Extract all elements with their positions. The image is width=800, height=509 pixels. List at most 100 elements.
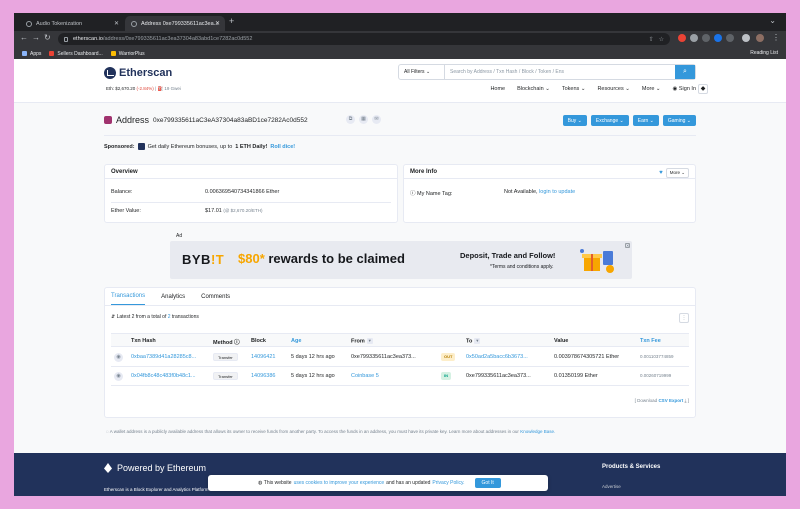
privacy-policy-link[interactable]: Privacy Policy. [432, 480, 464, 486]
filter-icon[interactable]: ▼ [474, 338, 481, 344]
close-tab-icon[interactable]: ✕ [215, 20, 220, 27]
name-tag-label: ⓘ My Name Tag: [410, 191, 453, 197]
forward-icon[interactable]: → [32, 33, 40, 42]
lock-icon [64, 36, 68, 42]
heart-icon[interactable]: ♥ [659, 170, 663, 176]
age: 5 days 12 hrs ago [291, 354, 335, 360]
footer-advertise-link[interactable]: Advertise [602, 484, 621, 489]
lightbulb-icon: ◌ [106, 429, 109, 434]
more-dropdown[interactable]: More ⌄ [665, 168, 689, 178]
tab-etherscan-address[interactable]: Address 0xe799335611ac3ea... ✕ [125, 16, 225, 31]
eye-icon[interactable]: ◉ [114, 353, 123, 362]
ethereum-network-icon[interactable]: ◆ [698, 84, 708, 94]
tab-comments[interactable]: Comments [201, 294, 230, 305]
buy-button[interactable]: Buy ⌄ [562, 115, 587, 126]
address-note: ◌ A wallet address is a publicly availab… [106, 429, 556, 434]
age: 5 days 12 hrs ago [291, 373, 335, 379]
footer-brand: Powered by Ethereum [104, 463, 206, 473]
tab-transactions[interactable]: Transactions [111, 293, 146, 305]
back-icon[interactable]: ← [20, 33, 28, 42]
block-link[interactable]: 14096421 [251, 354, 275, 360]
filter-icon[interactable]: ▼ [366, 338, 373, 344]
nav-more[interactable]: More ⌄ [642, 86, 661, 92]
table-row: ◉ 0x04fb8c48c483f0b48c1... Transfer 1409… [111, 367, 689, 386]
login-to-update-link[interactable]: login to update [539, 189, 575, 195]
column-method: Method ⓘ [213, 340, 240, 346]
tab-audio-tokenization[interactable]: Audio Tokenization ✕ [20, 16, 124, 31]
extension-icon[interactable] [690, 34, 698, 42]
menu-icon[interactable]: ⋮ [772, 33, 780, 42]
ad-close-icon[interactable]: ✕ [625, 243, 630, 248]
qr-code-icon[interactable]: ▦ [359, 115, 368, 124]
value: 0.003978674305721 Ether [554, 354, 620, 360]
method-badge: Transfer [213, 372, 238, 380]
bookmark-apps[interactable]: Apps [22, 51, 41, 57]
txn-hash-link[interactable]: 0xbaa7389d41a28285c8... [131, 354, 196, 360]
extension-icon[interactable] [702, 34, 710, 42]
nav-resources[interactable]: Resources ⌄ [597, 86, 629, 92]
got-it-button[interactable]: Got It [474, 478, 501, 488]
name-tag-value: Not Available, login to update [504, 189, 576, 195]
address-bar[interactable]: etherscan.io/address/0xe799335611ac3ea37… [58, 33, 670, 45]
browser-window: Audio Tokenization ✕ Address 0xe79933561… [14, 13, 786, 496]
extension-icon[interactable] [714, 34, 722, 42]
extension-icon[interactable] [678, 34, 686, 42]
gaming-button[interactable]: Gaming ⌄ [662, 115, 696, 126]
txn-hash-link[interactable]: 0x04fb8c48c483f0b48c1... [131, 373, 196, 379]
eye-icon[interactable]: ◉ [114, 372, 123, 381]
knowledge-base-link[interactable]: Knowledge Base. [520, 429, 555, 434]
earn-button[interactable]: Earn ⌄ [632, 115, 659, 126]
nav-home[interactable]: Home [490, 86, 505, 92]
page: Etherscan Eth: $2,670.20 (-2.84%) | ⛽ 19… [14, 59, 786, 496]
options-icon[interactable]: ⋮ [679, 313, 689, 323]
puzzle-icon[interactable] [742, 34, 750, 42]
from-address: 0xe799335611ac3ea373... [351, 354, 416, 360]
block-link[interactable]: 14096386 [251, 373, 275, 379]
bookmark-sellers-dashboard[interactable]: Sellers Dashboard... [49, 51, 103, 57]
csv-export-link[interactable]: CSV Export [658, 398, 683, 403]
reading-list-button[interactable]: Reading List [750, 50, 778, 56]
search-input[interactable]: Search by Address / Txn Hash / Block / T… [445, 65, 675, 79]
value: 0.01350199 Ether [554, 373, 598, 379]
avatar[interactable] [756, 34, 764, 42]
transactions-card: Transactions Analytics Comments ⇵ Latest… [104, 287, 696, 418]
from-address-link[interactable]: Coinbase 5 [351, 373, 379, 379]
search-group: All Filters ⌄ Search by Address / Txn Ha… [398, 64, 696, 80]
share-icon[interactable]: ⇧ [649, 36, 654, 43]
tab-analytics[interactable]: Analytics [161, 294, 185, 305]
etherscan-logo[interactable]: Etherscan [104, 67, 172, 79]
to-address-link[interactable]: 0x50ad2a5bacc6b3673... [466, 354, 528, 360]
site-header: Etherscan Eth: $2,670.20 (-2.84%) | ⛽ 19… [14, 59, 786, 103]
bookmark-star-icon[interactable]: ☆ [659, 36, 664, 43]
transactions-tabs: Transactions Analytics Comments [105, 288, 695, 306]
nav-tokens[interactable]: Tokens ⌄ [562, 86, 586, 92]
extension-icon[interactable] [726, 34, 734, 42]
comment-icon[interactable]: ✉ [372, 115, 381, 124]
new-tab-icon[interactable]: + [229, 16, 234, 26]
bookmark-warriorplus[interactable]: WarriorPlus [110, 51, 145, 57]
search-button[interactable]: ⌕ [675, 65, 695, 79]
ad-banner[interactable]: BYB!T $80* rewards to be claimed Deposit… [170, 241, 632, 279]
exchange-button[interactable]: Exchange ⌄ [590, 115, 629, 126]
transactions-total-link[interactable]: 2 [168, 314, 171, 320]
sponsor-logo-icon [137, 143, 145, 150]
main-nav: Home Blockchain ⌄ Tokens ⌄ Resources ⌄ M… [490, 86, 696, 92]
column-fee-toggle[interactable]: Txn Fee [640, 338, 661, 344]
nav-sign-in[interactable]: ◉ Sign In [673, 86, 696, 92]
balance-value: 0.006369540734341866 Ether [205, 189, 280, 195]
nav-blockchain[interactable]: Blockchain ⌄ [517, 86, 550, 92]
filter-select[interactable]: All Filters ⌄ [399, 65, 445, 79]
help-icon: ⓘ [410, 191, 416, 197]
tab-search-icon[interactable]: ⌄ [769, 16, 776, 25]
tab-favicon-icon [131, 20, 137, 27]
divider [104, 135, 696, 136]
reload-icon[interactable]: ↻ [44, 33, 51, 42]
column-age-toggle[interactable]: Age [291, 338, 301, 344]
info-icon: ⓘ [234, 340, 240, 346]
close-tab-icon[interactable]: ✕ [114, 20, 119, 27]
copy-icon[interactable]: ⧉ [346, 115, 355, 124]
bybit-logo: BYB!T [182, 252, 225, 267]
cookies-link[interactable]: uses cookies to improve your experience [294, 480, 385, 486]
more-info-actions: ♥ More ⌄ [659, 168, 689, 178]
sponsored-link[interactable]: Roll dice! [270, 144, 295, 150]
